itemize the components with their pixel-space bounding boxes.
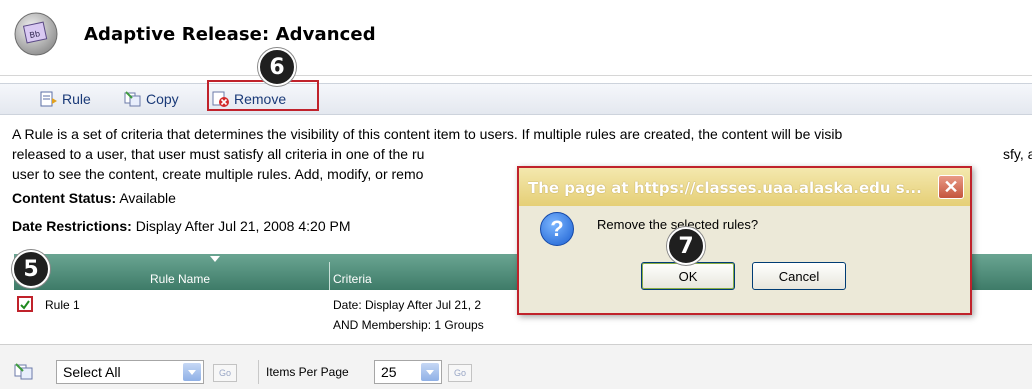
page-title: Adaptive Release: Advanced	[84, 24, 376, 45]
content-status: Content Status: Available	[12, 190, 176, 206]
ok-button[interactable]: OK	[641, 262, 735, 290]
step-7-callout: 7	[667, 227, 705, 265]
sort-arrow-icon[interactable]	[210, 256, 220, 262]
blackboard-logo-icon: Bb	[14, 12, 58, 56]
bottom-separator	[258, 360, 259, 384]
criteria-cell-line-2: AND Membership: 1 Groups	[333, 318, 484, 332]
items-per-page-dropdown[interactable]: 25	[374, 360, 442, 384]
column-header-rule-name[interactable]: Rule Name	[150, 272, 210, 286]
remove-highlight-box	[207, 80, 319, 111]
rule-name-cell[interactable]: Rule 1	[45, 298, 80, 312]
chevron-down-icon	[421, 363, 439, 381]
column-header-criteria[interactable]: Criteria	[333, 272, 372, 286]
cancel-button[interactable]: Cancel	[752, 262, 846, 290]
chevron-down-icon	[183, 363, 201, 381]
copy-label: Copy	[146, 91, 179, 107]
create-rule-button[interactable]: Rule	[40, 89, 91, 109]
step-6-callout: 6	[258, 48, 296, 86]
description-line-1: A Rule is a set of criteria that determi…	[12, 126, 843, 142]
add-rule-icon	[40, 91, 57, 107]
criteria-cell-line-1: Date: Display After Jul 21, 2	[333, 298, 482, 312]
items-per-page-value: 25	[381, 364, 397, 380]
question-icon: ?	[540, 212, 574, 246]
column-divider	[329, 262, 330, 290]
description-line-2: released to a user, that user must satis…	[12, 146, 1032, 162]
bulk-action-icon	[14, 363, 33, 380]
copy-rule-button[interactable]: Copy	[124, 89, 179, 109]
items-per-page-go-button[interactable]: Go	[448, 364, 472, 382]
header-divider	[0, 75, 1032, 76]
select-all-value: Select All	[63, 364, 121, 380]
dialog-close-button[interactable]: ✕	[938, 175, 964, 199]
items-per-page-label: Items Per Page	[266, 365, 349, 379]
row-checkbox[interactable]	[17, 296, 33, 312]
date-restrictions: Date Restrictions: Display After Jul 21,…	[12, 218, 351, 234]
checkmark-icon	[20, 300, 30, 310]
copy-icon	[124, 91, 141, 107]
step-5-callout: 5	[12, 250, 50, 288]
bulk-select-dropdown[interactable]: Select All	[56, 360, 204, 384]
dialog-title: The page at https://classes.uaa.alaska.e…	[528, 179, 922, 197]
go-button[interactable]: Go	[213, 364, 237, 382]
rule-label: Rule	[62, 91, 91, 107]
action-toolbar: Rule Copy Remove	[0, 83, 1032, 115]
